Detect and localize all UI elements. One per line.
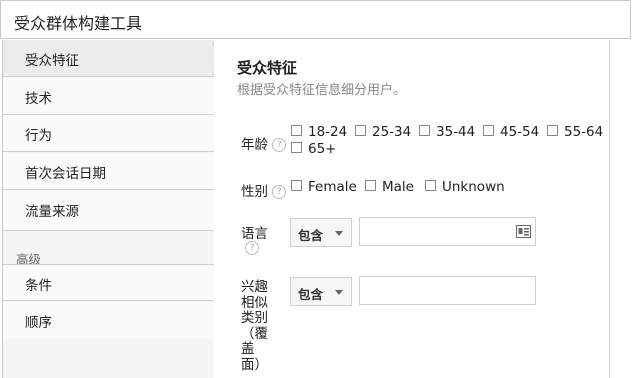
app-title: 受众群体构建工具 [14, 14, 143, 33]
age-label-text: 年龄 [241, 137, 268, 153]
chevron-down-icon [335, 231, 343, 236]
sidebar-item-label: 受众特征 [25, 53, 79, 69]
affinity-label-line: 相似 [241, 294, 268, 311]
age-option-label: 45-54 [500, 124, 540, 140]
sidebar-item-label: 行为 [25, 128, 52, 144]
gender-option-label: Male [382, 179, 414, 195]
sidebar-item-label: 顺序 [25, 315, 52, 331]
age-45-54-checkbox[interactable] [483, 125, 494, 136]
age-option-label: 35-44 [436, 124, 476, 140]
age-option-label: 25-34 [372, 124, 412, 140]
affinity-input[interactable] [359, 276, 536, 305]
age-label: 年龄 ? [241, 133, 287, 153]
age-option-label: 65+ [308, 141, 337, 157]
dropdown-value: 包含 [298, 287, 324, 302]
affinity-label-line: 盖 [241, 341, 255, 357]
affinity-label-line: 兴趣 [241, 279, 268, 295]
sidebar-item-demographics[interactable]: 受众特征 [3, 40, 215, 77]
gender-female-checkbox[interactable] [291, 180, 302, 191]
sidebar-item-technology[interactable]: 技术 [3, 78, 215, 115]
gender-label: 性别 ? [241, 180, 287, 200]
sidebar: 受众特征 技术 行为 首次会话日期 流量来源 高级 条件 顺序 [2, 40, 215, 378]
affinity-operator-dropdown[interactable]: 包含 [290, 277, 352, 306]
page-title: 受众特征 [237, 59, 298, 77]
language-label: 语言 [241, 226, 268, 242]
language-operator-dropdown[interactable]: 包含 [290, 218, 352, 247]
title-bar: 受众群体构建工具 [0, 0, 631, 39]
dropdown-value: 包含 [298, 228, 324, 243]
gender-unknown-checkbox[interactable] [425, 180, 436, 191]
help-icon[interactable]: ? [272, 185, 287, 199]
sidebar-item-label: 技术 [25, 91, 52, 107]
age-18-24-checkbox[interactable] [291, 125, 302, 136]
affinity-categories-label: 兴趣 相似 类别 （覆 盖 面） [241, 279, 268, 373]
gender-option-label: Female [308, 179, 357, 195]
page-subtitle: 根据受众特征信息细分用户。 [237, 83, 407, 98]
sidebar-item-traffic-sources[interactable]: 流量来源 [3, 191, 215, 231]
gender-option-label: Unknown [442, 179, 505, 195]
chevron-down-icon [335, 290, 343, 295]
gender-label-text: 性别 [241, 184, 268, 200]
age-25-34-checkbox[interactable] [355, 125, 366, 136]
sidebar-item-label: 条件 [25, 278, 52, 294]
age-65-plus-checkbox[interactable] [291, 142, 302, 153]
sidebar-item-first-session-date[interactable]: 首次会话日期 [3, 153, 215, 190]
affinity-label-line: （覆 [241, 325, 268, 342]
language-input[interactable] [359, 217, 536, 246]
sidebar-item-label: 流量来源 [25, 204, 79, 220]
affinity-label-line: 类别 [241, 310, 268, 326]
age-55-64-checkbox[interactable] [547, 125, 558, 136]
right-margin [610, 40, 633, 378]
sidebar-item-sequences[interactable]: 顺序 [3, 302, 215, 339]
age-option-label: 55-64 [564, 124, 604, 140]
audience-builder-window: 受众群体构建工具 受众特征 技术 行为 首次会话日期 流量来源 高级 条件 顺序… [0, 0, 633, 378]
sidebar-item-label: 首次会话日期 [25, 166, 106, 182]
age-option-label: 18-24 [308, 124, 348, 140]
gender-male-checkbox[interactable] [365, 180, 376, 191]
sidebar-item-behavior[interactable]: 行为 [3, 115, 215, 152]
main-panel: 受众特征 根据受众特征信息细分用户。 年龄 ? 18-24 25-34 35-4… [214, 40, 610, 378]
help-icon[interactable]: ? [245, 241, 259, 255]
age-35-44-checkbox[interactable] [419, 125, 430, 136]
contact-card-icon[interactable] [516, 225, 531, 238]
affinity-label-line: 面） [241, 356, 268, 373]
help-icon[interactable]: ? [272, 138, 287, 152]
sidebar-item-conditions[interactable]: 条件 [3, 264, 215, 301]
